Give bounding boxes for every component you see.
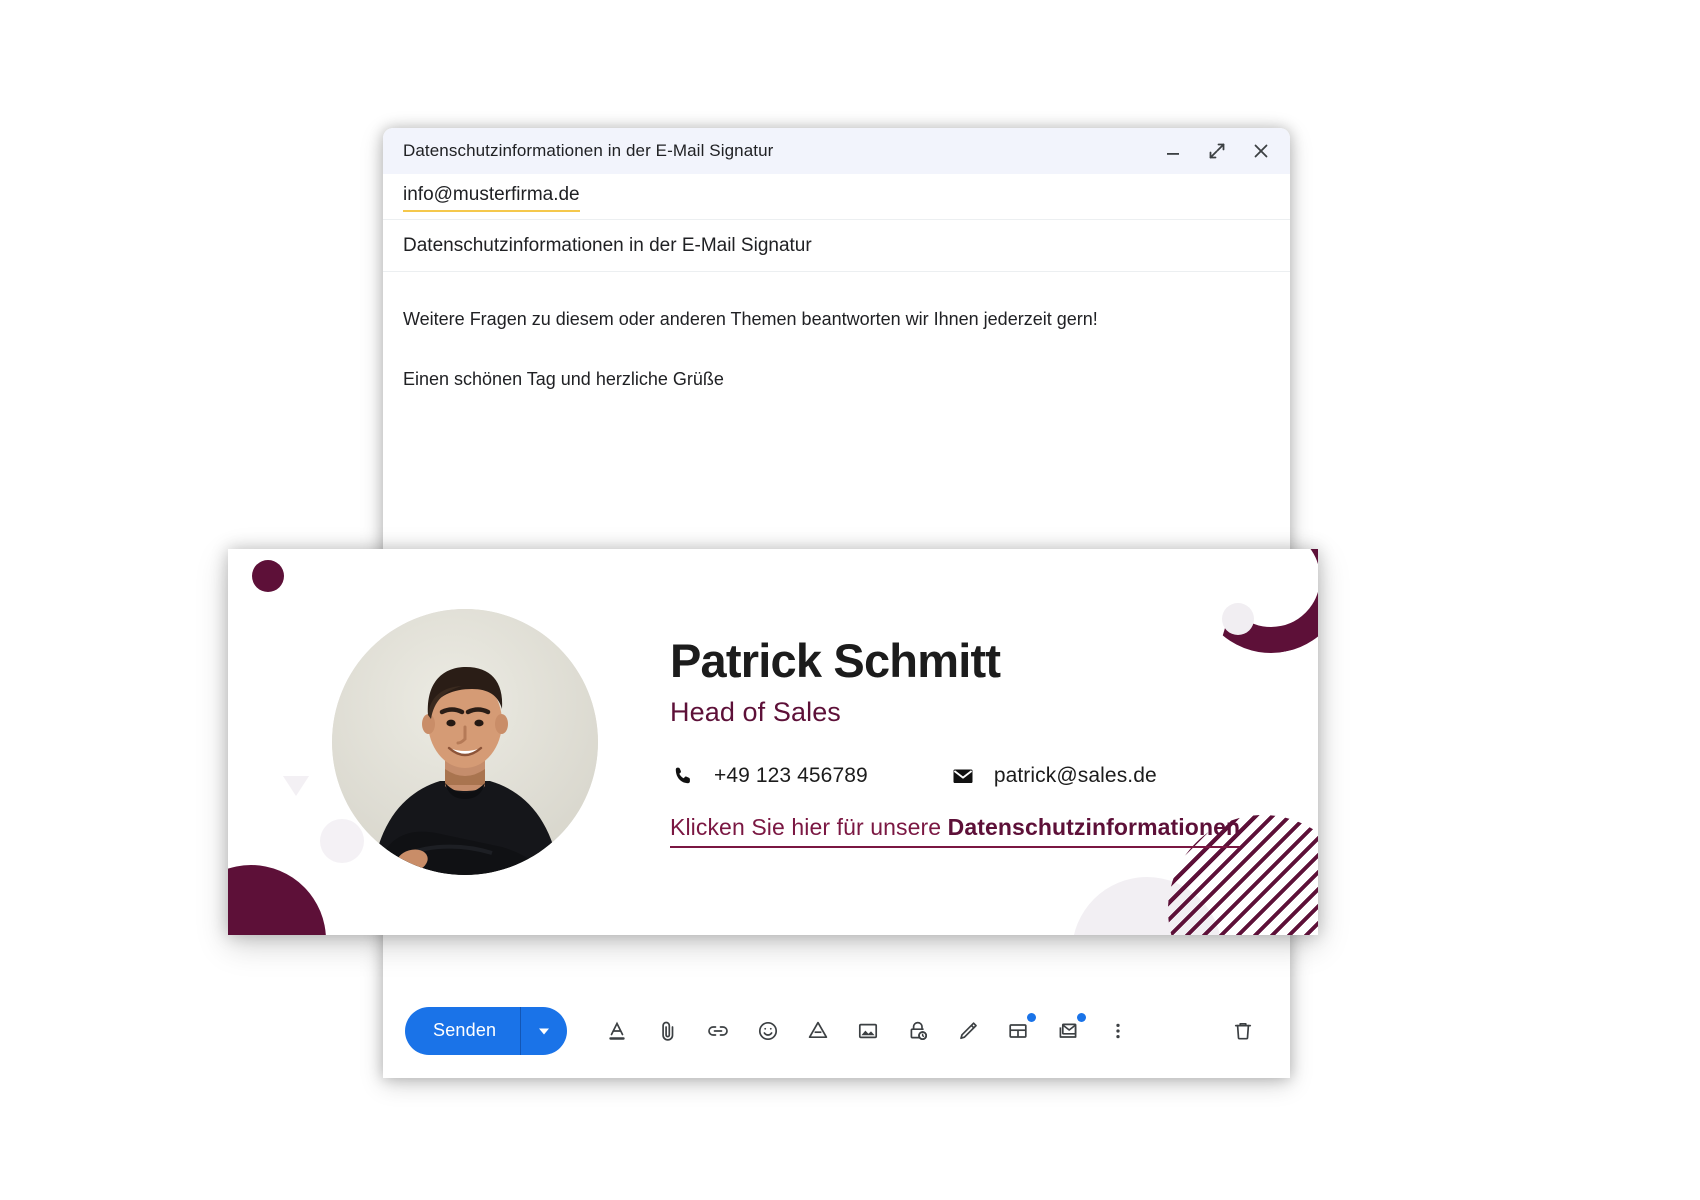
minimize-icon[interactable] (1158, 136, 1188, 166)
mail-template-icon[interactable] (1043, 1006, 1093, 1056)
privacy-link-bold: Datenschutzinformationen (947, 813, 1241, 840)
signature-name: Patrick Schmitt (670, 634, 1001, 688)
send-button[interactable]: Senden (405, 1020, 520, 1041)
send-button-group[interactable]: Senden (405, 1006, 568, 1055)
image-icon[interactable] (843, 1006, 893, 1056)
trash-icon[interactable] (1218, 1006, 1268, 1056)
mail-template-badge (1077, 1012, 1087, 1022)
email-signature-card: Patrick Schmitt Head of Sales +49 123 45… (228, 549, 1318, 935)
template-layout-badge (1027, 1012, 1037, 1022)
subject-field-row[interactable]: Datenschutzinformationen in der E-Mail S… (383, 220, 1290, 272)
screenshot-root: Datenschutzinformationen in der E-Mail S… (0, 0, 1700, 1200)
signature-role: Head of Sales (670, 696, 841, 727)
phone-value: +49 123 456789 (714, 763, 868, 787)
to-field-row[interactable]: info@musterfirma.de (383, 174, 1290, 220)
expand-icon[interactable] (1202, 136, 1232, 166)
drive-icon[interactable] (793, 1006, 843, 1056)
window-controls (1158, 136, 1276, 166)
message-body[interactable]: Weitere Fragen zu diesem oder anderen Th… (383, 272, 1290, 392)
format-text-icon[interactable] (593, 1006, 643, 1056)
signature-content: Patrick Schmitt Head of Sales +49 123 45… (228, 549, 1318, 935)
to-field-value[interactable]: info@musterfirma.de (403, 183, 580, 212)
compose-toolbar: Senden (383, 982, 1290, 1078)
template-layout-icon[interactable] (993, 1006, 1043, 1056)
confidential-mode-icon[interactable] (893, 1006, 943, 1056)
link-icon[interactable] (693, 1006, 743, 1056)
signature-email[interactable]: patrick@sales.de (950, 764, 1157, 788)
email-value: patrick@sales.de (993, 763, 1157, 787)
send-options-caret-icon[interactable] (521, 1007, 567, 1055)
body-line-2: Einen schönen Tag und herzliche Grüße (403, 368, 724, 389)
close-icon[interactable] (1246, 136, 1276, 166)
more-options-icon[interactable] (1093, 1006, 1143, 1056)
signature-contact-row: +49 123 456789 patrick@sales.de (670, 764, 1240, 788)
body-line-1: Weitere Fragen zu diesem oder anderen Th… (403, 308, 1098, 329)
envelope-icon (950, 764, 976, 788)
signature-details: Patrick Schmitt Head of Sales +49 123 45… (670, 634, 1241, 848)
compose-title: Datenschutzinformationen in der E-Mail S… (403, 141, 774, 160)
avatar (332, 609, 598, 875)
signature-pen-icon[interactable] (943, 1006, 993, 1056)
subject-field-value[interactable]: Datenschutzinformationen in der E-Mail S… (403, 235, 812, 256)
emoji-icon[interactable] (743, 1006, 793, 1056)
phone-icon (670, 765, 696, 787)
attachment-icon[interactable] (643, 1006, 693, 1056)
toolbar-icons (593, 1006, 1268, 1056)
signature-phone[interactable]: +49 123 456789 (670, 764, 868, 788)
compose-titlebar: Datenschutzinformationen in der E-Mail S… (383, 128, 1290, 174)
privacy-policy-link[interactable]: Klicken Sie hier für unsere Datenschutzi… (670, 813, 1241, 848)
privacy-link-lead: Klicken Sie hier für unsere (670, 813, 948, 840)
